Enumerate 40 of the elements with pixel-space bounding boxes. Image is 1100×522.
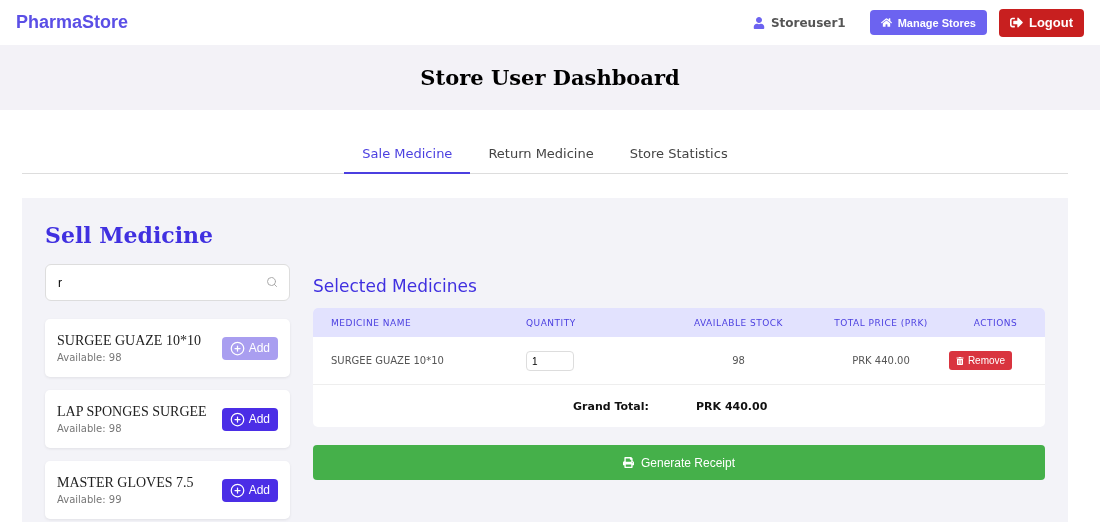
availability-text: Available: 98 — [57, 352, 123, 363]
quantity-field[interactable]: 1 — [526, 351, 574, 372]
tab[interactable]: Store Statistics — [611, 135, 746, 174]
medicine-name: SURGEE GUAZE 10*10 — [57, 333, 202, 349]
add-button[interactable]: Add — [221, 478, 278, 502]
table-cell: 98 — [732, 355, 745, 366]
availability-text: Available: 98 — [57, 423, 123, 434]
manage-stores-button[interactable]: Manage Stores — [869, 10, 987, 35]
column-header: ACTIONS — [972, 317, 1019, 328]
tab[interactable]: Sale Medicine — [344, 135, 471, 174]
table-heading: Selected Medicines — [313, 276, 478, 296]
grand-total-label: Grand Total: — [573, 399, 649, 413]
remove-button[interactable]: Remove — [948, 351, 1013, 370]
plus-icon — [229, 482, 245, 498]
logout-icon — [1009, 16, 1023, 29]
grand-total-value: PRK 440.00 — [696, 399, 769, 413]
tab[interactable]: Return Medicine — [470, 135, 612, 174]
add-button[interactable]: Add — [221, 407, 278, 431]
medicine-name: LAP SPONGES SURGEE — [57, 404, 208, 420]
search-icon — [266, 276, 278, 288]
page-title: Store User Dashboard — [420, 65, 680, 90]
column-header: AVAILABLE STOCK — [692, 317, 785, 328]
plus-icon — [229, 411, 245, 427]
column-header: QUANTITY — [526, 317, 577, 328]
medicine-name: MASTER GLOVES 7.5 — [57, 475, 195, 491]
home-icon — [880, 17, 892, 28]
column-header: TOTAL PRICE (PRK) — [833, 317, 929, 328]
user-icon — [752, 16, 765, 29]
brand-logo[interactable]: PharmaStore — [16, 12, 753, 33]
table-cell-text: SURGEE GUAZE 10*10 — [331, 355, 445, 366]
trash-icon — [955, 356, 964, 365]
plus-icon — [229, 340, 245, 356]
availability-text: Available: 99 — [57, 494, 123, 505]
user-name: Storeuser1 — [752, 15, 846, 30]
search-field[interactable]: r — [45, 264, 290, 301]
table-cell: PRK 440.00 — [852, 355, 910, 366]
section-heading: Sell Medicine — [45, 222, 215, 248]
printer-icon — [622, 457, 634, 468]
logout-button[interactable]: Logout — [998, 8, 1084, 37]
column-header: MEDICINE NAME — [331, 317, 413, 328]
